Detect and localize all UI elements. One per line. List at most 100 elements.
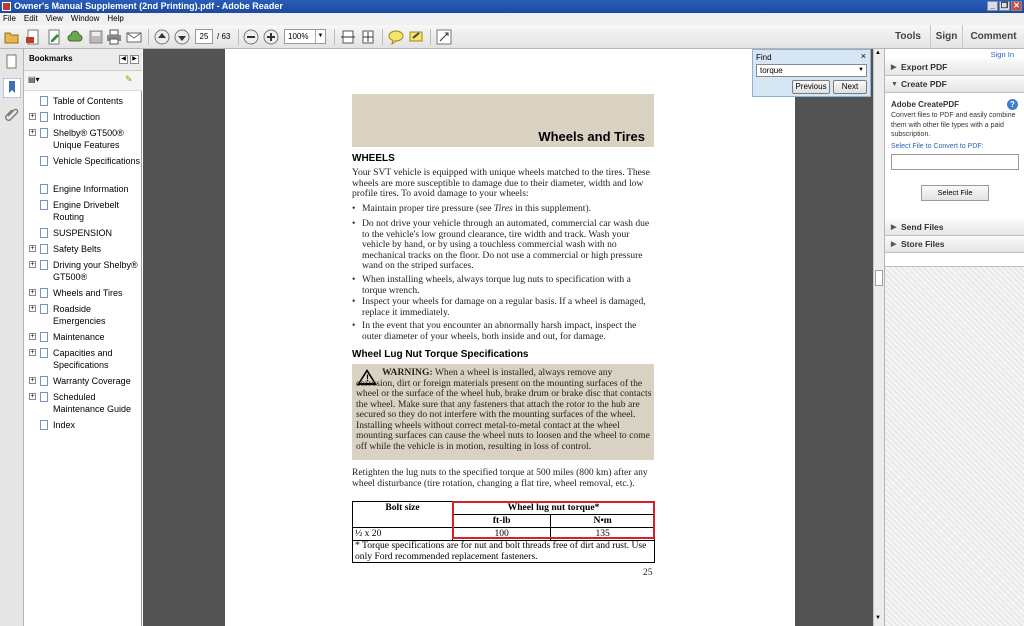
cloud-upload-icon[interactable] <box>67 29 83 45</box>
chevron-right-icon: ▶ <box>891 224 897 231</box>
expand-toggle-icon[interactable]: + <box>29 245 36 252</box>
comment-note-icon[interactable] <box>388 29 404 45</box>
bookmarks-panel: Bookmarks ◀ ▶ ▤▾ ✎ Table of Contents + Int… <box>24 49 142 626</box>
help-icon[interactable]: ? <box>1007 99 1018 110</box>
bookmarks-panel-icon[interactable] <box>3 78 21 98</box>
zoom-out-icon[interactable] <box>243 29 259 45</box>
select-file-label: Select File to Convert to PDF: <box>891 143 984 150</box>
bookmark-label: Roadside Emergencies <box>53 304 106 326</box>
bullet-text: In the event that you encounter an abnor… <box>362 320 637 342</box>
select-file-button[interactable]: Select File <box>921 185 989 201</box>
bullet-item: • When installing wheels, always torque l… <box>352 274 654 297</box>
tools-panel: Sign In ▶ Export PDF ▼ Create PDF Adobe Cr… <box>884 49 1024 626</box>
attachments-paperclip-icon[interactable] <box>4 106 19 121</box>
bookmark-page-icon <box>40 96 48 106</box>
menu-file[interactable]: File <box>3 13 16 25</box>
fit-width-icon[interactable] <box>340 29 356 45</box>
sign-pane-button[interactable]: Sign <box>930 25 962 49</box>
fit-page-icon[interactable] <box>360 29 376 45</box>
minimize-button[interactable]: _ <box>987 1 998 11</box>
expand-panel-icon[interactable]: ▶ <box>130 55 139 64</box>
scroll-up-icon[interactable]: ▲ <box>875 50 881 56</box>
email-icon[interactable] <box>126 29 142 45</box>
highlight-icon[interactable] <box>408 29 424 45</box>
store-files-section[interactable]: ▶ Store Files <box>885 236 1024 253</box>
expand-toggle-icon[interactable]: + <box>29 333 36 340</box>
createpdf-description: Convert files to PDF and easily combine … <box>891 112 1016 138</box>
expand-toggle-icon[interactable]: + <box>29 349 36 356</box>
search-highlight-box <box>452 501 655 539</box>
collapse-panel-icon[interactable]: ◀ <box>119 55 128 64</box>
expand-toggle-icon[interactable]: + <box>29 261 36 268</box>
bullet-text: Do not drive your vehicle through an aut… <box>362 218 650 271</box>
print-icon[interactable] <box>106 29 122 45</box>
find-next-button[interactable]: Next <box>833 80 867 94</box>
create-pdf-section[interactable]: ▼ Create PDF <box>885 76 1024 93</box>
wheels-heading: WHEELS <box>352 153 395 164</box>
bookmark-label: Index <box>53 420 76 430</box>
table-footnote: * Torque specifications are for nut and … <box>352 540 655 563</box>
save-icon[interactable] <box>88 29 104 45</box>
bookmark-page-icon <box>40 200 48 210</box>
chapter-title: Wheels and Tires <box>538 129 645 144</box>
bookmark-page-icon <box>40 288 48 298</box>
find-query: torque <box>760 66 783 75</box>
zoom-select[interactable]: 100% ▼ <box>284 29 326 44</box>
vertical-scrollbar[interactable]: ▲ ▼ <box>873 49 884 626</box>
lug-nut-heading: Wheel Lug Nut Torque Specifications <box>352 349 529 360</box>
menu-view[interactable]: View <box>46 13 63 25</box>
bookmark-options-icon[interactable]: ▤▾ <box>28 75 40 84</box>
expand-toggle-icon[interactable]: + <box>29 393 36 400</box>
menu-bar: File Edit View Window Help <box>0 13 1024 25</box>
expand-toggle-icon[interactable]: + <box>29 129 36 136</box>
title-bar: Owner's Manual Supplement (2nd Printing)… <box>0 0 1024 13</box>
window-title: Owner's Manual Supplement (2nd Printing)… <box>14 1 283 11</box>
restore-button[interactable]: ❐ <box>999 1 1010 11</box>
bookmark-page-icon <box>40 260 48 270</box>
sign-in-link[interactable]: Sign In <box>991 50 1014 59</box>
chevron-right-icon: ▶ <box>891 241 897 248</box>
window-controls: _ ❐ ✕ <box>987 1 1022 11</box>
expand-toggle-icon[interactable]: + <box>29 377 36 384</box>
menu-edit[interactable]: Edit <box>24 13 38 25</box>
page-thumbnails-icon[interactable] <box>4 54 19 69</box>
file-path-field[interactable] <box>891 154 1019 170</box>
edit-pdf-icon[interactable] <box>46 29 62 45</box>
expand-toggle-icon[interactable]: + <box>29 305 36 312</box>
expand-toggle-icon[interactable]: + <box>29 289 36 296</box>
fullscreen-icon[interactable] <box>436 29 452 45</box>
navigation-pane-strip <box>0 49 24 626</box>
previous-page-icon[interactable] <box>154 29 170 45</box>
find-input[interactable]: torque ▼ <box>756 64 867 77</box>
bookmark-label: Warranty Coverage <box>53 376 131 386</box>
new-bookmark-icon[interactable]: ✎ <box>125 74 133 85</box>
scroll-down-icon[interactable]: ▼ <box>875 615 881 621</box>
menu-window[interactable]: Window <box>71 13 99 25</box>
page-number: 25 <box>643 567 653 578</box>
next-page-icon[interactable] <box>174 29 190 45</box>
bolt-size-cell: ½ x 20 <box>352 527 453 541</box>
bookmarks-toolbar: ▤▾ ✎ <box>24 71 142 91</box>
createpdf-title: Adobe CreatePDF <box>891 100 960 109</box>
send-files-section[interactable]: ▶ Send Files <box>885 219 1024 236</box>
export-pdf-section[interactable]: ▶ Export PDF <box>885 59 1024 76</box>
zoom-in-icon[interactable] <box>263 29 279 45</box>
find-previous-button[interactable]: Previous <box>792 80 830 94</box>
close-find-icon[interactable]: × <box>861 51 866 61</box>
expand-toggle-icon[interactable]: + <box>29 113 36 120</box>
scroll-thumb[interactable] <box>875 270 883 286</box>
bullet-item: • Inspect your wheels for damage on a reg… <box>352 296 654 319</box>
toolbar: 25 / 63 100% ▼ Tools Sign Comment <box>0 25 1024 49</box>
open-folder-icon[interactable] <box>4 29 20 45</box>
close-button[interactable]: ✕ <box>1011 1 1022 11</box>
bookmark-page-icon <box>40 420 48 430</box>
tools-pane-button[interactable]: Tools <box>886 25 930 49</box>
chevron-down-icon[interactable]: ▼ <box>858 65 864 76</box>
menu-help[interactable]: Help <box>107 13 123 25</box>
bookmark-label: SUSPENSION <box>53 228 113 238</box>
chapter-header-band: Wheels and Tires <box>352 94 654 147</box>
bookmark-label: Table of Contents <box>53 96 124 106</box>
create-pdf-icon[interactable] <box>25 29 41 45</box>
comment-pane-button[interactable]: Comment <box>962 25 1024 49</box>
page-number-input[interactable]: 25 <box>195 29 213 44</box>
